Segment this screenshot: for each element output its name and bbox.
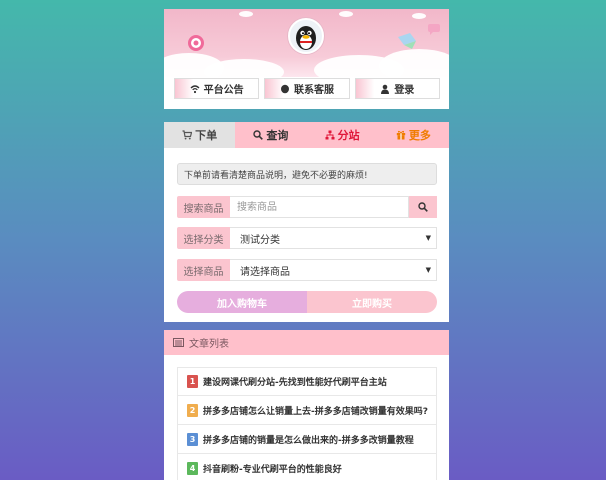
- tab-substation[interactable]: 分站: [306, 122, 378, 148]
- penguin-avatar-icon: [296, 26, 316, 50]
- article-number-badge: 3: [187, 432, 198, 446]
- product-row: 选择商品 请选择商品 ▼: [177, 259, 437, 281]
- header-nav: 平台公告 联系客服 登录: [174, 78, 440, 99]
- search-icon: [418, 202, 428, 212]
- product-select[interactable]: 请选择商品 ▼: [230, 259, 437, 281]
- list-item[interactable]: 3 拼多多店铺的销量是怎么做出来的-拼多多改销量教程: [177, 425, 437, 454]
- article-number-badge: 4: [187, 461, 198, 475]
- list-item[interactable]: 2 拼多多店铺怎么让销量上去-拼多多店铺改销量有效果吗?: [177, 396, 437, 425]
- search-icon: [253, 130, 264, 140]
- article-list: 1 建设网课代刷分站-先找到性能好代刷平台主站 2 拼多多店铺怎么让销量上去-拼…: [177, 367, 437, 480]
- search-label: 搜索商品: [177, 196, 230, 218]
- article-number-badge: 1: [187, 375, 198, 388]
- tab-query-label: 查询: [266, 129, 289, 142]
- tab-more[interactable]: 更多: [377, 122, 449, 148]
- cart-icon: [182, 130, 193, 140]
- list-item[interactable]: 4 抖音刷粉-专业代刷平台的性能良好: [177, 454, 437, 480]
- tab-order-label: 下单: [195, 129, 218, 142]
- product-value: 请选择商品: [240, 266, 290, 278]
- chat-bubble-decoration-icon: [428, 24, 440, 35]
- kite-decoration-icon: [398, 33, 416, 49]
- article-card: 文章列表 1 建设网课代刷分站-先找到性能好代刷平台主站 2 拼多多店铺怎么让销…: [164, 330, 449, 480]
- article-link[interactable]: 拼多多店铺的销量是怎么做出来的-拼多多改销量教程: [203, 433, 414, 446]
- article-header: 文章列表: [164, 330, 449, 355]
- tab-query[interactable]: 查询: [235, 122, 307, 148]
- article-link[interactable]: 拼多多店铺怎么让销量上去-拼多多店铺改销量有效果吗?: [203, 404, 428, 417]
- category-label: 选择分类: [177, 227, 230, 249]
- category-select[interactable]: 测试分类 ▼: [230, 227, 437, 249]
- chat-icon: [280, 84, 289, 93]
- order-tabs: 下单 查询 分站 更多: [164, 122, 449, 148]
- contact-support-label: 联系客服: [293, 85, 334, 96]
- user-icon: [381, 84, 390, 94]
- candy-decoration-icon: [188, 35, 204, 51]
- product-label: 选择商品: [177, 259, 230, 281]
- announcement-button[interactable]: 平台公告: [174, 78, 260, 99]
- gift-icon: [396, 130, 406, 140]
- list-icon: [173, 338, 184, 347]
- tab-substation-label: 分站: [337, 129, 360, 142]
- contact-support-button[interactable]: 联系客服: [264, 78, 350, 99]
- tab-more-label: 更多: [408, 129, 431, 142]
- order-actions: 加入购物车 立即购买: [177, 291, 437, 313]
- announcement-label: 平台公告: [203, 85, 244, 96]
- article-link[interactable]: 建设网课代刷分站-先找到性能好代刷平台主站: [203, 375, 387, 388]
- login-button[interactable]: 登录: [354, 78, 440, 99]
- buy-now-button[interactable]: 立即购买: [307, 291, 437, 313]
- search-row: 搜索商品: [177, 196, 437, 218]
- chevron-down-icon: ▼: [425, 266, 431, 274]
- wifi-icon: [190, 84, 200, 93]
- tab-order[interactable]: 下单: [164, 122, 236, 148]
- header-card: 平台公告 联系客服 登录: [164, 9, 449, 109]
- order-card: 下单 查询 分站 更多 下单前请看清楚商品说明，避免不必要的麻烦! 搜索商品 选…: [164, 122, 449, 322]
- search-input[interactable]: [230, 196, 409, 218]
- category-value: 测试分类: [240, 234, 280, 246]
- avatar[interactable]: [288, 18, 324, 54]
- add-to-cart-button[interactable]: 加入购物车: [177, 291, 307, 313]
- order-notice: 下单前请看清楚商品说明，避免不必要的麻烦!: [177, 163, 437, 185]
- category-row: 选择分类 测试分类 ▼: [177, 227, 437, 249]
- chevron-down-icon: ▼: [425, 234, 431, 242]
- search-button[interactable]: [409, 196, 437, 218]
- article-number-badge: 2: [187, 403, 198, 417]
- sitemap-icon: [325, 130, 335, 140]
- article-title: 文章列表: [189, 339, 229, 350]
- list-item[interactable]: 1 建设网课代刷分站-先找到性能好代刷平台主站: [177, 367, 437, 396]
- article-link[interactable]: 抖音刷粉-专业代刷平台的性能良好: [203, 462, 342, 475]
- login-label: 登录: [394, 85, 415, 96]
